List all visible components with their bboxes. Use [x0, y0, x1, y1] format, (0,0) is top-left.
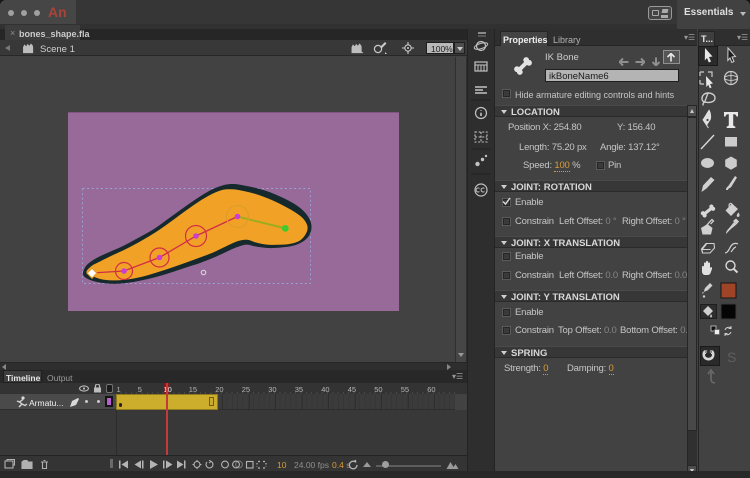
- svg-text:S: S: [727, 349, 736, 365]
